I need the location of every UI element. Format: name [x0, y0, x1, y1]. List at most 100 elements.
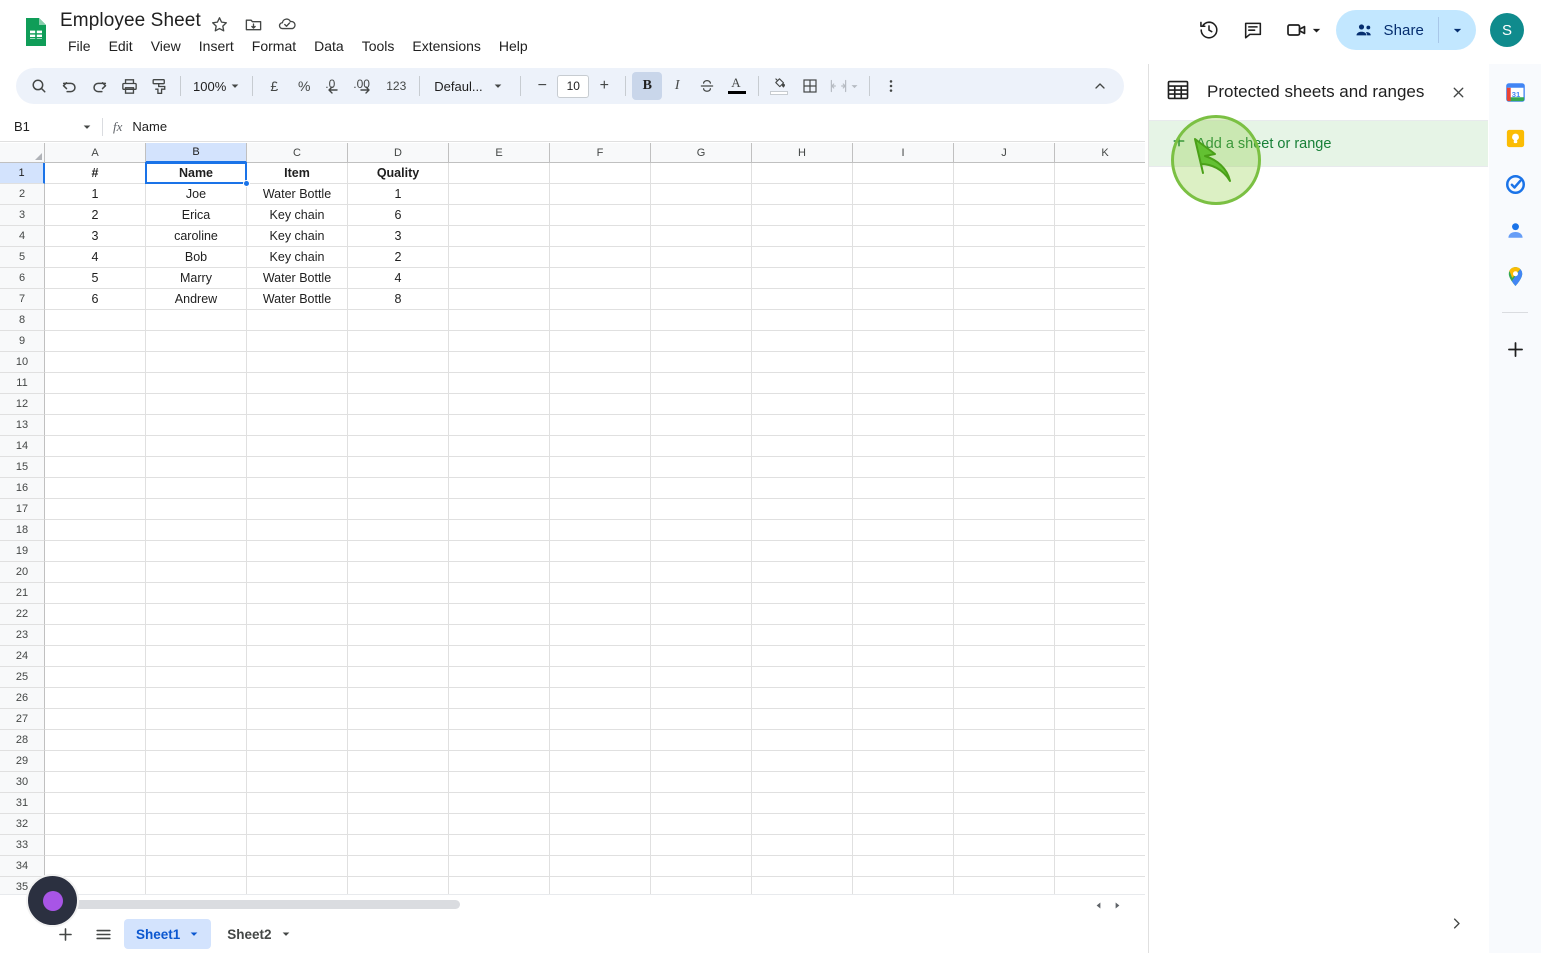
column-header-I[interactable]: I — [853, 143, 954, 163]
column-header-C[interactable]: C — [247, 143, 348, 163]
cell-J27[interactable] — [954, 709, 1055, 730]
meet-button[interactable] — [1277, 10, 1326, 50]
cell-F4[interactable] — [550, 226, 651, 247]
cell-A8[interactable] — [45, 310, 146, 331]
add-ons-plus-icon[interactable] — [1503, 337, 1527, 361]
cell-F35[interactable] — [550, 877, 651, 894]
row-header-15[interactable]: 15 — [0, 457, 45, 478]
cell-B16[interactable] — [146, 478, 247, 499]
cell-A32[interactable] — [45, 814, 146, 835]
cell-B14[interactable] — [146, 436, 247, 457]
cell-A15[interactable] — [45, 457, 146, 478]
row-header-17[interactable]: 17 — [0, 499, 45, 520]
cell-F12[interactable] — [550, 394, 651, 415]
cell-E20[interactable] — [449, 562, 550, 583]
avatar[interactable]: S — [1490, 13, 1524, 47]
close-icon[interactable] — [1442, 76, 1474, 108]
cell-C34[interactable] — [247, 856, 348, 877]
cell-E27[interactable] — [449, 709, 550, 730]
cell-G16[interactable] — [651, 478, 752, 499]
cell-I19[interactable] — [853, 541, 954, 562]
column-header-D[interactable]: D — [348, 143, 449, 163]
cell-G30[interactable] — [651, 772, 752, 793]
cell-F27[interactable] — [550, 709, 651, 730]
cell-K32[interactable] — [1055, 814, 1145, 835]
cell-F25[interactable] — [550, 667, 651, 688]
cell-I13[interactable] — [853, 415, 954, 436]
share-button[interactable]: Share — [1336, 10, 1476, 50]
cell-H6[interactable] — [752, 268, 853, 289]
row-header-16[interactable]: 16 — [0, 478, 45, 499]
decrease-decimal-button[interactable]: .0 — [319, 72, 349, 100]
cell-I28[interactable] — [853, 730, 954, 751]
cell-A10[interactable] — [45, 352, 146, 373]
cell-H27[interactable] — [752, 709, 853, 730]
cell-G23[interactable] — [651, 625, 752, 646]
cell-F24[interactable] — [550, 646, 651, 667]
cell-E3[interactable] — [449, 205, 550, 226]
horizontal-scrollbar-thumb[interactable] — [40, 900, 460, 909]
cell-D25[interactable] — [348, 667, 449, 688]
cell-H12[interactable] — [752, 394, 853, 415]
row-header-25[interactable]: 25 — [0, 667, 45, 688]
cell-K35[interactable] — [1055, 877, 1145, 894]
cell-F31[interactable] — [550, 793, 651, 814]
cell-D9[interactable] — [348, 331, 449, 352]
select-all-corner[interactable] — [0, 143, 45, 163]
cell-D26[interactable] — [348, 688, 449, 709]
cell-K3[interactable] — [1055, 205, 1145, 226]
cell-G27[interactable] — [651, 709, 752, 730]
cell-C1[interactable]: Item — [247, 163, 348, 184]
cell-C7[interactable]: Water Bottle — [247, 289, 348, 310]
cell-E8[interactable] — [449, 310, 550, 331]
cell-D1[interactable]: Quality — [348, 163, 449, 184]
cell-E18[interactable] — [449, 520, 550, 541]
cell-B27[interactable] — [146, 709, 247, 730]
cell-F14[interactable] — [550, 436, 651, 457]
cell-D4[interactable]: 3 — [348, 226, 449, 247]
cell-J26[interactable] — [954, 688, 1055, 709]
cell-G5[interactable] — [651, 247, 752, 268]
cell-K27[interactable] — [1055, 709, 1145, 730]
cell-G20[interactable] — [651, 562, 752, 583]
cell-J3[interactable] — [954, 205, 1055, 226]
cell-K9[interactable] — [1055, 331, 1145, 352]
cell-B17[interactable] — [146, 499, 247, 520]
cell-F18[interactable] — [550, 520, 651, 541]
cloud-saved-icon[interactable] — [276, 13, 298, 35]
cell-F26[interactable] — [550, 688, 651, 709]
cell-D22[interactable] — [348, 604, 449, 625]
cell-G32[interactable] — [651, 814, 752, 835]
cell-G33[interactable] — [651, 835, 752, 856]
cell-K33[interactable] — [1055, 835, 1145, 856]
cell-C15[interactable] — [247, 457, 348, 478]
share-dropdown-arrow[interactable] — [1439, 10, 1476, 50]
cell-I15[interactable] — [853, 457, 954, 478]
cell-G7[interactable] — [651, 289, 752, 310]
menu-help[interactable]: Help — [491, 36, 536, 56]
cell-C11[interactable] — [247, 373, 348, 394]
cell-K16[interactable] — [1055, 478, 1145, 499]
cell-J9[interactable] — [954, 331, 1055, 352]
cell-J12[interactable] — [954, 394, 1055, 415]
cell-A4[interactable]: 3 — [45, 226, 146, 247]
cell-C23[interactable] — [247, 625, 348, 646]
cell-D30[interactable] — [348, 772, 449, 793]
row-header-7[interactable]: 7 — [0, 289, 45, 310]
cell-J1[interactable] — [954, 163, 1055, 184]
cell-D3[interactable]: 6 — [348, 205, 449, 226]
cell-C13[interactable] — [247, 415, 348, 436]
cell-H34[interactable] — [752, 856, 853, 877]
row-header-1[interactable]: 1 — [0, 163, 45, 184]
cell-I20[interactable] — [853, 562, 954, 583]
cell-B25[interactable] — [146, 667, 247, 688]
cell-C31[interactable] — [247, 793, 348, 814]
cell-F21[interactable] — [550, 583, 651, 604]
cell-D34[interactable] — [348, 856, 449, 877]
cell-I22[interactable] — [853, 604, 954, 625]
cell-I7[interactable] — [853, 289, 954, 310]
cell-A19[interactable] — [45, 541, 146, 562]
cell-D7[interactable]: 8 — [348, 289, 449, 310]
cell-H33[interactable] — [752, 835, 853, 856]
cell-D29[interactable] — [348, 751, 449, 772]
